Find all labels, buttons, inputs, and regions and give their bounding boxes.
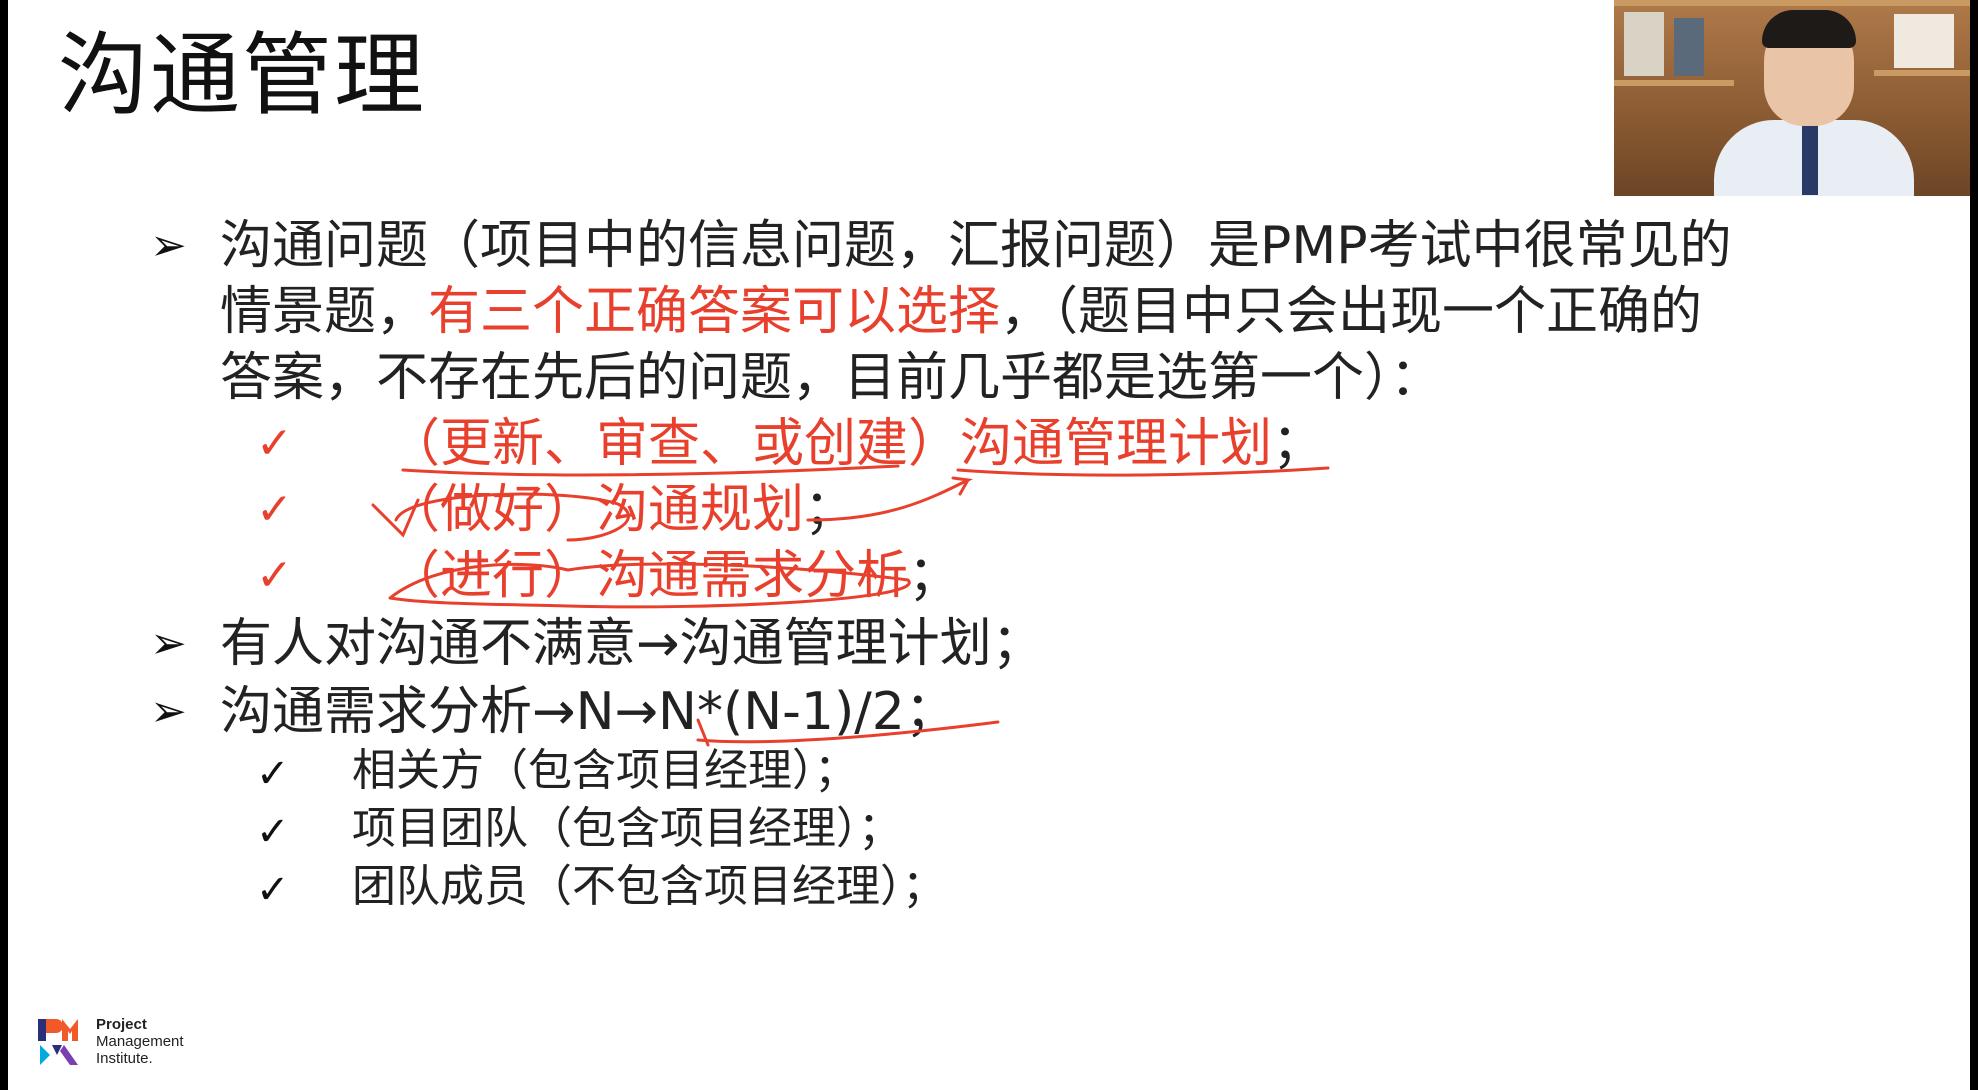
bullet1-line2-a: 情景题， [220, 282, 429, 342]
pmi-logo-icon [36, 1015, 88, 1067]
check-icon: ✓ [256, 809, 290, 855]
bullet1-line2: 情景题，有三个正确答案可以选择，（题目中只会出现一个正确的 [220, 280, 1702, 344]
slide: 沟通管理 ➢ 沟通问题（项目中的信息问题，汇报问题）是PMP考试中很常见的 情景… [8, 0, 1970, 1090]
pmi-logo-line1: Project [96, 1015, 147, 1033]
bullet-arrow-icon: ➢ [150, 618, 187, 669]
bullet2-text: 有人对沟通不满意→沟通管理计划； [220, 614, 1044, 674]
check-icon: ✓ [256, 867, 290, 913]
pmi-logo-text: Project Management Institute. [96, 1016, 184, 1067]
check-icon: ✓ [256, 550, 293, 601]
bullet-arrow-icon: ➢ [150, 220, 187, 271]
red-item-1-text: （更新、审查、或创建）沟通管理计划 [388, 414, 1273, 474]
red-item-3-text: （进行）沟通需求分析 [388, 546, 909, 606]
check-icon: ✓ [256, 751, 290, 797]
pmi-logo-line3: Institute. [96, 1049, 153, 1067]
red-item-3-tail: ； [908, 546, 961, 606]
check-icon: ✓ [256, 418, 293, 469]
sub-item-1: 相关方（包含项目经理）； [352, 745, 858, 796]
bullet1-line1: 沟通问题（项目中的信息问题，汇报问题）是PMP考试中很常见的 [220, 216, 1732, 276]
red-item-1-tail: ； [1272, 414, 1325, 474]
presenter-hair [1762, 10, 1856, 48]
bullet1-line2-red: 有三个正确答案可以选择 [428, 282, 1001, 342]
sub-item-2: 项目团队（包含项目经理）； [352, 803, 902, 854]
red-item-2: （做好）沟通规划； [388, 478, 856, 542]
slide-title: 沟通管理 [58, 23, 426, 128]
bullet1-line2-b: ，（题目中只会出现一个正确的 [1000, 282, 1703, 342]
presenter-tie [1802, 125, 1818, 195]
pmi-logo-line2: Management [96, 1032, 184, 1050]
bullet-arrow-icon: ➢ [150, 686, 187, 737]
check-icon: ✓ [256, 484, 293, 535]
bullet1-line3: 答案，不存在先后的问题，目前几乎都是选第一个）： [220, 348, 1443, 408]
red-item-3: （进行）沟通需求分析； [388, 544, 960, 608]
red-item-2-text: （做好）沟通规划 [388, 480, 805, 540]
red-item-2-tail: ； [804, 480, 857, 540]
presenter-webcam [1614, 0, 1970, 196]
pmi-logo: Project Management Institute. [36, 1015, 184, 1067]
bullet3-text: 沟通需求分析→N→N*(N-1)/2； [220, 682, 957, 742]
sub-item-3: 团队成员（不包含项目经理）； [352, 861, 946, 912]
red-item-1: （更新、审查、或创建）沟通管理计划； [388, 412, 1324, 476]
